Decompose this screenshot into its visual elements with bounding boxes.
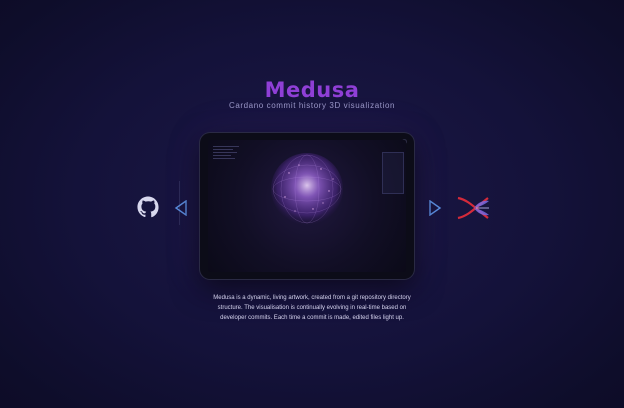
chevron-right-icon[interactable] — [428, 200, 442, 216]
page-subtitle: Cardano commit history 3D visualization — [228, 101, 396, 110]
tablet-preview — [200, 133, 414, 279]
visualization-screen[interactable] — [208, 140, 406, 272]
cardano-x-icon[interactable] — [456, 195, 490, 221]
screen-side-panel — [382, 152, 404, 194]
page-title: Medusa — [264, 78, 360, 102]
chevron-left-icon[interactable] — [174, 200, 188, 216]
medusa-sphere — [271, 153, 343, 225]
screen-info-panel — [213, 146, 245, 161]
description-text: Medusa is a dynamic, living artwork, cre… — [213, 295, 411, 321]
github-icon[interactable] — [137, 196, 159, 218]
